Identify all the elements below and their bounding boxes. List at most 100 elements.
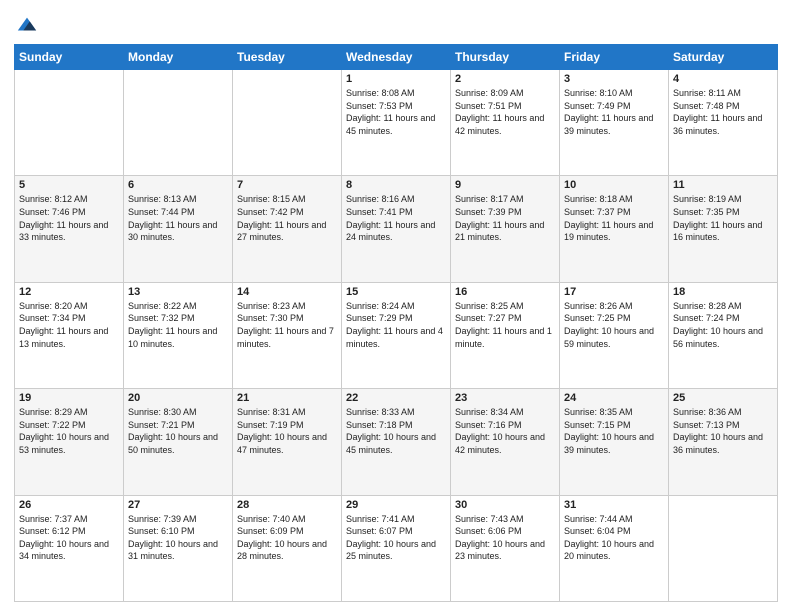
day-number: 18 xyxy=(673,286,773,298)
day-number: 21 xyxy=(237,392,337,404)
calendar-cell: 30 Sunrise: 7:43 AMSunset: 6:06 PMDaylig… xyxy=(451,495,560,601)
logo xyxy=(14,14,38,36)
day-number: 29 xyxy=(346,499,446,511)
calendar-cell: 12 Sunrise: 8:20 AMSunset: 7:34 PMDaylig… xyxy=(15,282,124,388)
day-number: 24 xyxy=(564,392,664,404)
week-row-5: 26 Sunrise: 7:37 AMSunset: 6:12 PMDaylig… xyxy=(15,495,778,601)
day-number: 10 xyxy=(564,179,664,191)
calendar-cell: 24 Sunrise: 8:35 AMSunset: 7:15 PMDaylig… xyxy=(560,389,669,495)
day-info: Sunrise: 7:41 AMSunset: 6:07 PMDaylight:… xyxy=(346,514,436,562)
week-row-4: 19 Sunrise: 8:29 AMSunset: 7:22 PMDaylig… xyxy=(15,389,778,495)
day-number: 16 xyxy=(455,286,555,298)
calendar-cell: 14 Sunrise: 8:23 AMSunset: 7:30 PMDaylig… xyxy=(233,282,342,388)
day-number: 13 xyxy=(128,286,228,298)
day-number: 9 xyxy=(455,179,555,191)
weekday-header-thursday: Thursday xyxy=(451,45,560,70)
day-number: 23 xyxy=(455,392,555,404)
calendar-cell: 18 Sunrise: 8:28 AMSunset: 7:24 PMDaylig… xyxy=(669,282,778,388)
calendar-cell: 25 Sunrise: 8:36 AMSunset: 7:13 PMDaylig… xyxy=(669,389,778,495)
calendar-cell: 4 Sunrise: 8:11 AMSunset: 7:48 PMDayligh… xyxy=(669,70,778,176)
day-info: Sunrise: 8:36 AMSunset: 7:13 PMDaylight:… xyxy=(673,407,763,455)
calendar-cell: 26 Sunrise: 7:37 AMSunset: 6:12 PMDaylig… xyxy=(15,495,124,601)
calendar-cell: 22 Sunrise: 8:33 AMSunset: 7:18 PMDaylig… xyxy=(342,389,451,495)
calendar-cell: 23 Sunrise: 8:34 AMSunset: 7:16 PMDaylig… xyxy=(451,389,560,495)
day-number: 3 xyxy=(564,73,664,85)
calendar-cell: 1 Sunrise: 8:08 AMSunset: 7:53 PMDayligh… xyxy=(342,70,451,176)
day-number: 26 xyxy=(19,499,119,511)
day-info: Sunrise: 8:20 AMSunset: 7:34 PMDaylight:… xyxy=(19,301,108,349)
day-number: 22 xyxy=(346,392,446,404)
day-info: Sunrise: 8:12 AMSunset: 7:46 PMDaylight:… xyxy=(19,194,108,242)
day-number: 30 xyxy=(455,499,555,511)
day-info: Sunrise: 8:18 AMSunset: 7:37 PMDaylight:… xyxy=(564,194,653,242)
day-info: Sunrise: 7:39 AMSunset: 6:10 PMDaylight:… xyxy=(128,514,218,562)
day-info: Sunrise: 8:28 AMSunset: 7:24 PMDaylight:… xyxy=(673,301,763,349)
day-info: Sunrise: 8:22 AMSunset: 7:32 PMDaylight:… xyxy=(128,301,217,349)
calendar-cell: 2 Sunrise: 8:09 AMSunset: 7:51 PMDayligh… xyxy=(451,70,560,176)
weekday-header-saturday: Saturday xyxy=(669,45,778,70)
day-info: Sunrise: 8:24 AMSunset: 7:29 PMDaylight:… xyxy=(346,301,443,349)
calendar-cell xyxy=(124,70,233,176)
calendar-cell: 31 Sunrise: 7:44 AMSunset: 6:04 PMDaylig… xyxy=(560,495,669,601)
day-number: 5 xyxy=(19,179,119,191)
weekday-header-tuesday: Tuesday xyxy=(233,45,342,70)
day-info: Sunrise: 8:30 AMSunset: 7:21 PMDaylight:… xyxy=(128,407,218,455)
day-number: 19 xyxy=(19,392,119,404)
calendar-cell: 7 Sunrise: 8:15 AMSunset: 7:42 PMDayligh… xyxy=(233,176,342,282)
day-number: 12 xyxy=(19,286,119,298)
day-info: Sunrise: 8:29 AMSunset: 7:22 PMDaylight:… xyxy=(19,407,109,455)
day-number: 20 xyxy=(128,392,228,404)
day-number: 4 xyxy=(673,73,773,85)
calendar-cell: 17 Sunrise: 8:26 AMSunset: 7:25 PMDaylig… xyxy=(560,282,669,388)
calendar-cell: 5 Sunrise: 8:12 AMSunset: 7:46 PMDayligh… xyxy=(15,176,124,282)
calendar-cell xyxy=(669,495,778,601)
calendar-cell: 16 Sunrise: 8:25 AMSunset: 7:27 PMDaylig… xyxy=(451,282,560,388)
day-number: 28 xyxy=(237,499,337,511)
calendar-cell: 29 Sunrise: 7:41 AMSunset: 6:07 PMDaylig… xyxy=(342,495,451,601)
day-info: Sunrise: 7:40 AMSunset: 6:09 PMDaylight:… xyxy=(237,514,327,562)
day-number: 6 xyxy=(128,179,228,191)
weekday-header-friday: Friday xyxy=(560,45,669,70)
calendar-cell: 27 Sunrise: 7:39 AMSunset: 6:10 PMDaylig… xyxy=(124,495,233,601)
day-number: 31 xyxy=(564,499,664,511)
day-info: Sunrise: 7:44 AMSunset: 6:04 PMDaylight:… xyxy=(564,514,654,562)
calendar-cell: 3 Sunrise: 8:10 AMSunset: 7:49 PMDayligh… xyxy=(560,70,669,176)
calendar-cell xyxy=(233,70,342,176)
day-info: Sunrise: 8:08 AMSunset: 7:53 PMDaylight:… xyxy=(346,88,435,136)
calendar-cell: 15 Sunrise: 8:24 AMSunset: 7:29 PMDaylig… xyxy=(342,282,451,388)
calendar-cell: 21 Sunrise: 8:31 AMSunset: 7:19 PMDaylig… xyxy=(233,389,342,495)
day-info: Sunrise: 8:10 AMSunset: 7:49 PMDaylight:… xyxy=(564,88,653,136)
day-info: Sunrise: 8:09 AMSunset: 7:51 PMDaylight:… xyxy=(455,88,544,136)
day-info: Sunrise: 8:16 AMSunset: 7:41 PMDaylight:… xyxy=(346,194,435,242)
day-number: 14 xyxy=(237,286,337,298)
week-row-1: 1 Sunrise: 8:08 AMSunset: 7:53 PMDayligh… xyxy=(15,70,778,176)
day-number: 11 xyxy=(673,179,773,191)
day-info: Sunrise: 8:15 AMSunset: 7:42 PMDaylight:… xyxy=(237,194,326,242)
calendar-cell: 19 Sunrise: 8:29 AMSunset: 7:22 PMDaylig… xyxy=(15,389,124,495)
calendar-cell: 20 Sunrise: 8:30 AMSunset: 7:21 PMDaylig… xyxy=(124,389,233,495)
day-number: 2 xyxy=(455,73,555,85)
day-info: Sunrise: 8:13 AMSunset: 7:44 PMDaylight:… xyxy=(128,194,217,242)
day-info: Sunrise: 8:35 AMSunset: 7:15 PMDaylight:… xyxy=(564,407,654,455)
calendar-cell: 6 Sunrise: 8:13 AMSunset: 7:44 PMDayligh… xyxy=(124,176,233,282)
day-number: 8 xyxy=(346,179,446,191)
day-info: Sunrise: 8:19 AMSunset: 7:35 PMDaylight:… xyxy=(673,194,762,242)
day-number: 17 xyxy=(564,286,664,298)
weekday-header-sunday: Sunday xyxy=(15,45,124,70)
day-info: Sunrise: 7:43 AMSunset: 6:06 PMDaylight:… xyxy=(455,514,545,562)
weekday-header-monday: Monday xyxy=(124,45,233,70)
day-number: 25 xyxy=(673,392,773,404)
calendar: SundayMondayTuesdayWednesdayThursdayFrid… xyxy=(14,44,778,602)
week-row-2: 5 Sunrise: 8:12 AMSunset: 7:46 PMDayligh… xyxy=(15,176,778,282)
week-row-3: 12 Sunrise: 8:20 AMSunset: 7:34 PMDaylig… xyxy=(15,282,778,388)
calendar-cell: 13 Sunrise: 8:22 AMSunset: 7:32 PMDaylig… xyxy=(124,282,233,388)
logo-icon xyxy=(16,14,38,36)
day-info: Sunrise: 8:11 AMSunset: 7:48 PMDaylight:… xyxy=(673,88,762,136)
calendar-cell: 10 Sunrise: 8:18 AMSunset: 7:37 PMDaylig… xyxy=(560,176,669,282)
weekday-header-wednesday: Wednesday xyxy=(342,45,451,70)
day-info: Sunrise: 8:17 AMSunset: 7:39 PMDaylight:… xyxy=(455,194,544,242)
calendar-cell xyxy=(15,70,124,176)
weekday-header-row: SundayMondayTuesdayWednesdayThursdayFrid… xyxy=(15,45,778,70)
day-info: Sunrise: 8:31 AMSunset: 7:19 PMDaylight:… xyxy=(237,407,327,455)
day-info: Sunrise: 8:23 AMSunset: 7:30 PMDaylight:… xyxy=(237,301,334,349)
